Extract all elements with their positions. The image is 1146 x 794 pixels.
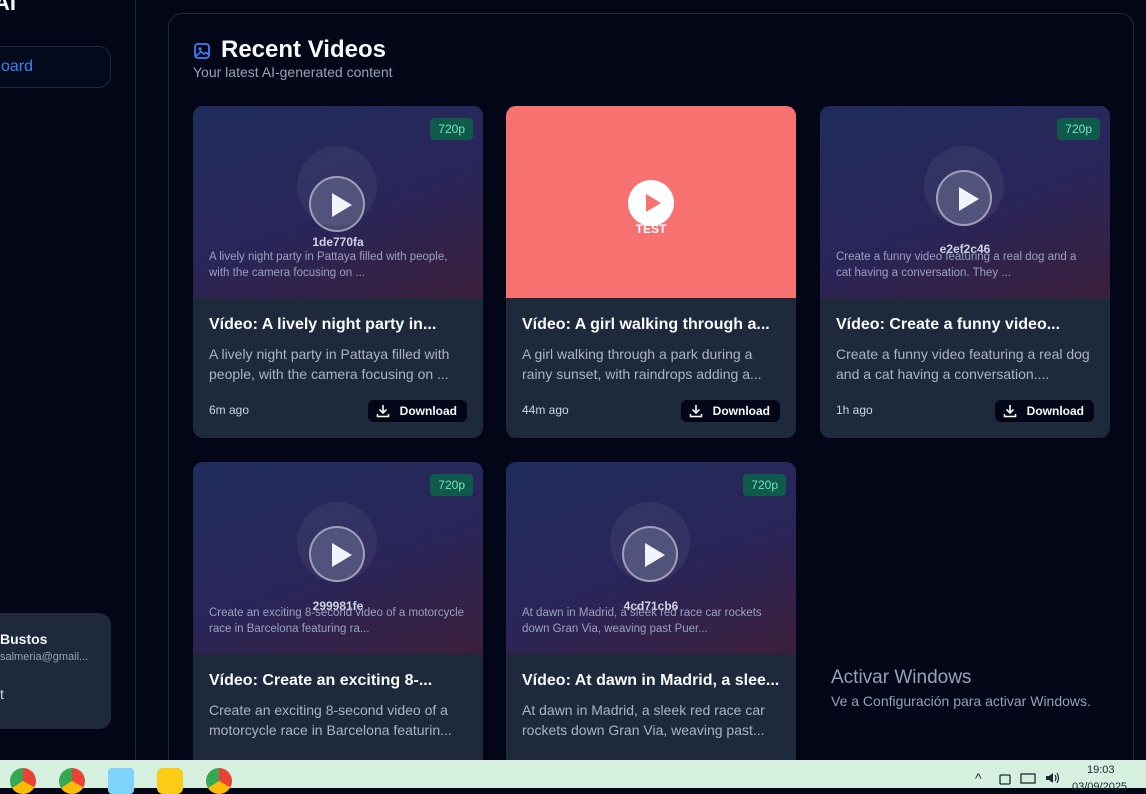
recent-videos-panel: Recent Videos Your latest AI-generated c…: [168, 13, 1134, 760]
resolution-badge: 720p: [743, 474, 786, 496]
video-thumbnail[interactable]: 720p 4cd71cb6 At dawn in Madrid, a sleek…: [506, 462, 796, 654]
chrome-icon[interactable]: [10, 768, 36, 794]
app-window: AI oard Bustos salmeria@gmail... t Recen…: [0, 0, 1146, 760]
play-icon: [646, 194, 661, 212]
video-id: 1de770fa: [312, 235, 364, 249]
video-timestamp: 6m ago: [209, 403, 250, 417]
play-icon: [332, 193, 352, 217]
chrome-icon[interactable]: [59, 768, 85, 794]
logout-link[interactable]: t: [0, 686, 4, 702]
video-timestamp: 1h ago: [836, 403, 873, 417]
sidebar-item-label: oard: [1, 58, 34, 75]
video-card[interactable]: 720p 1de770fa A lively night party in Pa…: [193, 106, 483, 438]
video-card[interactable]: 720p 299981fe Create an exciting 8-secon…: [193, 462, 483, 760]
video-description: A girl walking through a park during a r…: [522, 346, 762, 382]
download-icon: [376, 405, 389, 418]
notepad-icon[interactable]: [108, 768, 134, 794]
video-card[interactable]: 720p 4cd71cb6 At dawn in Madrid, a sleek…: [506, 462, 796, 760]
chrome-icon[interactable]: [206, 768, 232, 794]
video-description: At dawn in Madrid, a sleek red race car …: [522, 702, 765, 738]
video-title: Vídeo: Create an exciting 8-...: [209, 672, 433, 689]
play-button[interactable]: [628, 180, 674, 226]
video-thumbnail[interactable]: 720p 1de770fa A lively night party in Pa…: [193, 106, 483, 298]
video-card[interactable]: TEST Vídeo: A girl walking through a... …: [506, 106, 796, 438]
image-icon: [194, 43, 210, 59]
page-subtitle: Your latest AI-generated content: [193, 64, 393, 80]
video-title: Vídeo: A lively night party in...: [209, 316, 437, 333]
resolution-badge: 720p: [430, 474, 473, 496]
video-title: Vídeo: A girl walking through a...: [522, 316, 770, 333]
page-title: Recent Videos: [221, 36, 386, 63]
video-thumbnail[interactable]: 720p e2ef2c46 Create a funny video featu…: [820, 106, 1110, 298]
play-icon: [959, 187, 979, 211]
video-title: Vídeo: Create a funny video...: [836, 316, 1061, 333]
user-name: Bustos: [0, 631, 48, 647]
watermark-title: Activar Windows: [831, 667, 972, 688]
resolution-badge: 720p: [430, 118, 473, 140]
play-button[interactable]: [309, 526, 365, 582]
video-card[interactable]: 720p e2ef2c46 Create a funny video featu…: [820, 106, 1110, 438]
video-title: Vídeo: At dawn in Madrid, a slee...: [522, 672, 780, 689]
download-icon: [689, 405, 702, 418]
thumbnail-description: A lively night party in Pattaya filled w…: [209, 251, 448, 279]
user-email: salmeria@gmail...: [0, 651, 89, 663]
download-button[interactable]: Download: [994, 400, 1094, 422]
windows-activation-watermark: Activar Windows Ve a Configuración para …: [831, 667, 1091, 709]
app-icon[interactable]: [157, 768, 183, 794]
thumbnail-label: TEST: [635, 222, 667, 236]
video-description: Create a funny video featuring a real do…: [836, 346, 1090, 382]
video-description: A lively night party in Pattaya filled w…: [209, 346, 450, 382]
sidebar: AI oard Bustos salmeria@gmail... t: [0, 0, 136, 760]
video-timestamp: 44m ago: [522, 403, 569, 417]
volume-icon[interactable]: [1044, 771, 1062, 785]
play-button[interactable]: [309, 176, 365, 232]
download-icon: [1003, 405, 1016, 418]
download-label: Download: [712, 404, 770, 418]
thumbnail-description: Create a funny video featuring a real do…: [836, 251, 1077, 279]
download-button[interactable]: Download: [680, 400, 780, 422]
taskbar: ^ 19:03 03/09/2025: [0, 760, 1146, 794]
resolution-badge: 720p: [1057, 118, 1100, 140]
download-label: Download: [1026, 404, 1084, 418]
clock-time[interactable]: 19:03: [1087, 764, 1115, 776]
thumbnail-description: At dawn in Madrid, a sleek red race car …: [522, 607, 762, 635]
download-button[interactable]: Download: [367, 400, 467, 422]
device-icon[interactable]: [998, 772, 1012, 786]
play-icon: [645, 543, 665, 567]
brand-logo: AI: [0, 0, 16, 15]
watermark-subtitle: Ve a Configuración para activar Windows.: [831, 693, 1091, 709]
video-description: Create an exciting 8-second video of a m…: [209, 702, 452, 738]
user-card[interactable]: Bustos salmeria@gmail... t: [0, 613, 111, 729]
thumbnail-description: Create an exciting 8-second video of a m…: [209, 607, 465, 635]
tray-chevron-icon[interactable]: ^: [975, 770, 982, 786]
download-label: Download: [399, 404, 457, 418]
network-icon[interactable]: [1020, 772, 1036, 786]
video-thumbnail[interactable]: 720p 299981fe Create an exciting 8-secon…: [193, 462, 483, 654]
video-thumbnail[interactable]: TEST: [506, 106, 796, 298]
play-button[interactable]: [936, 170, 992, 226]
play-button[interactable]: [622, 526, 678, 582]
clock-date[interactable]: 03/09/2025: [1072, 781, 1127, 793]
sidebar-item-dashboard[interactable]: oard: [0, 46, 111, 88]
play-icon: [332, 543, 352, 567]
